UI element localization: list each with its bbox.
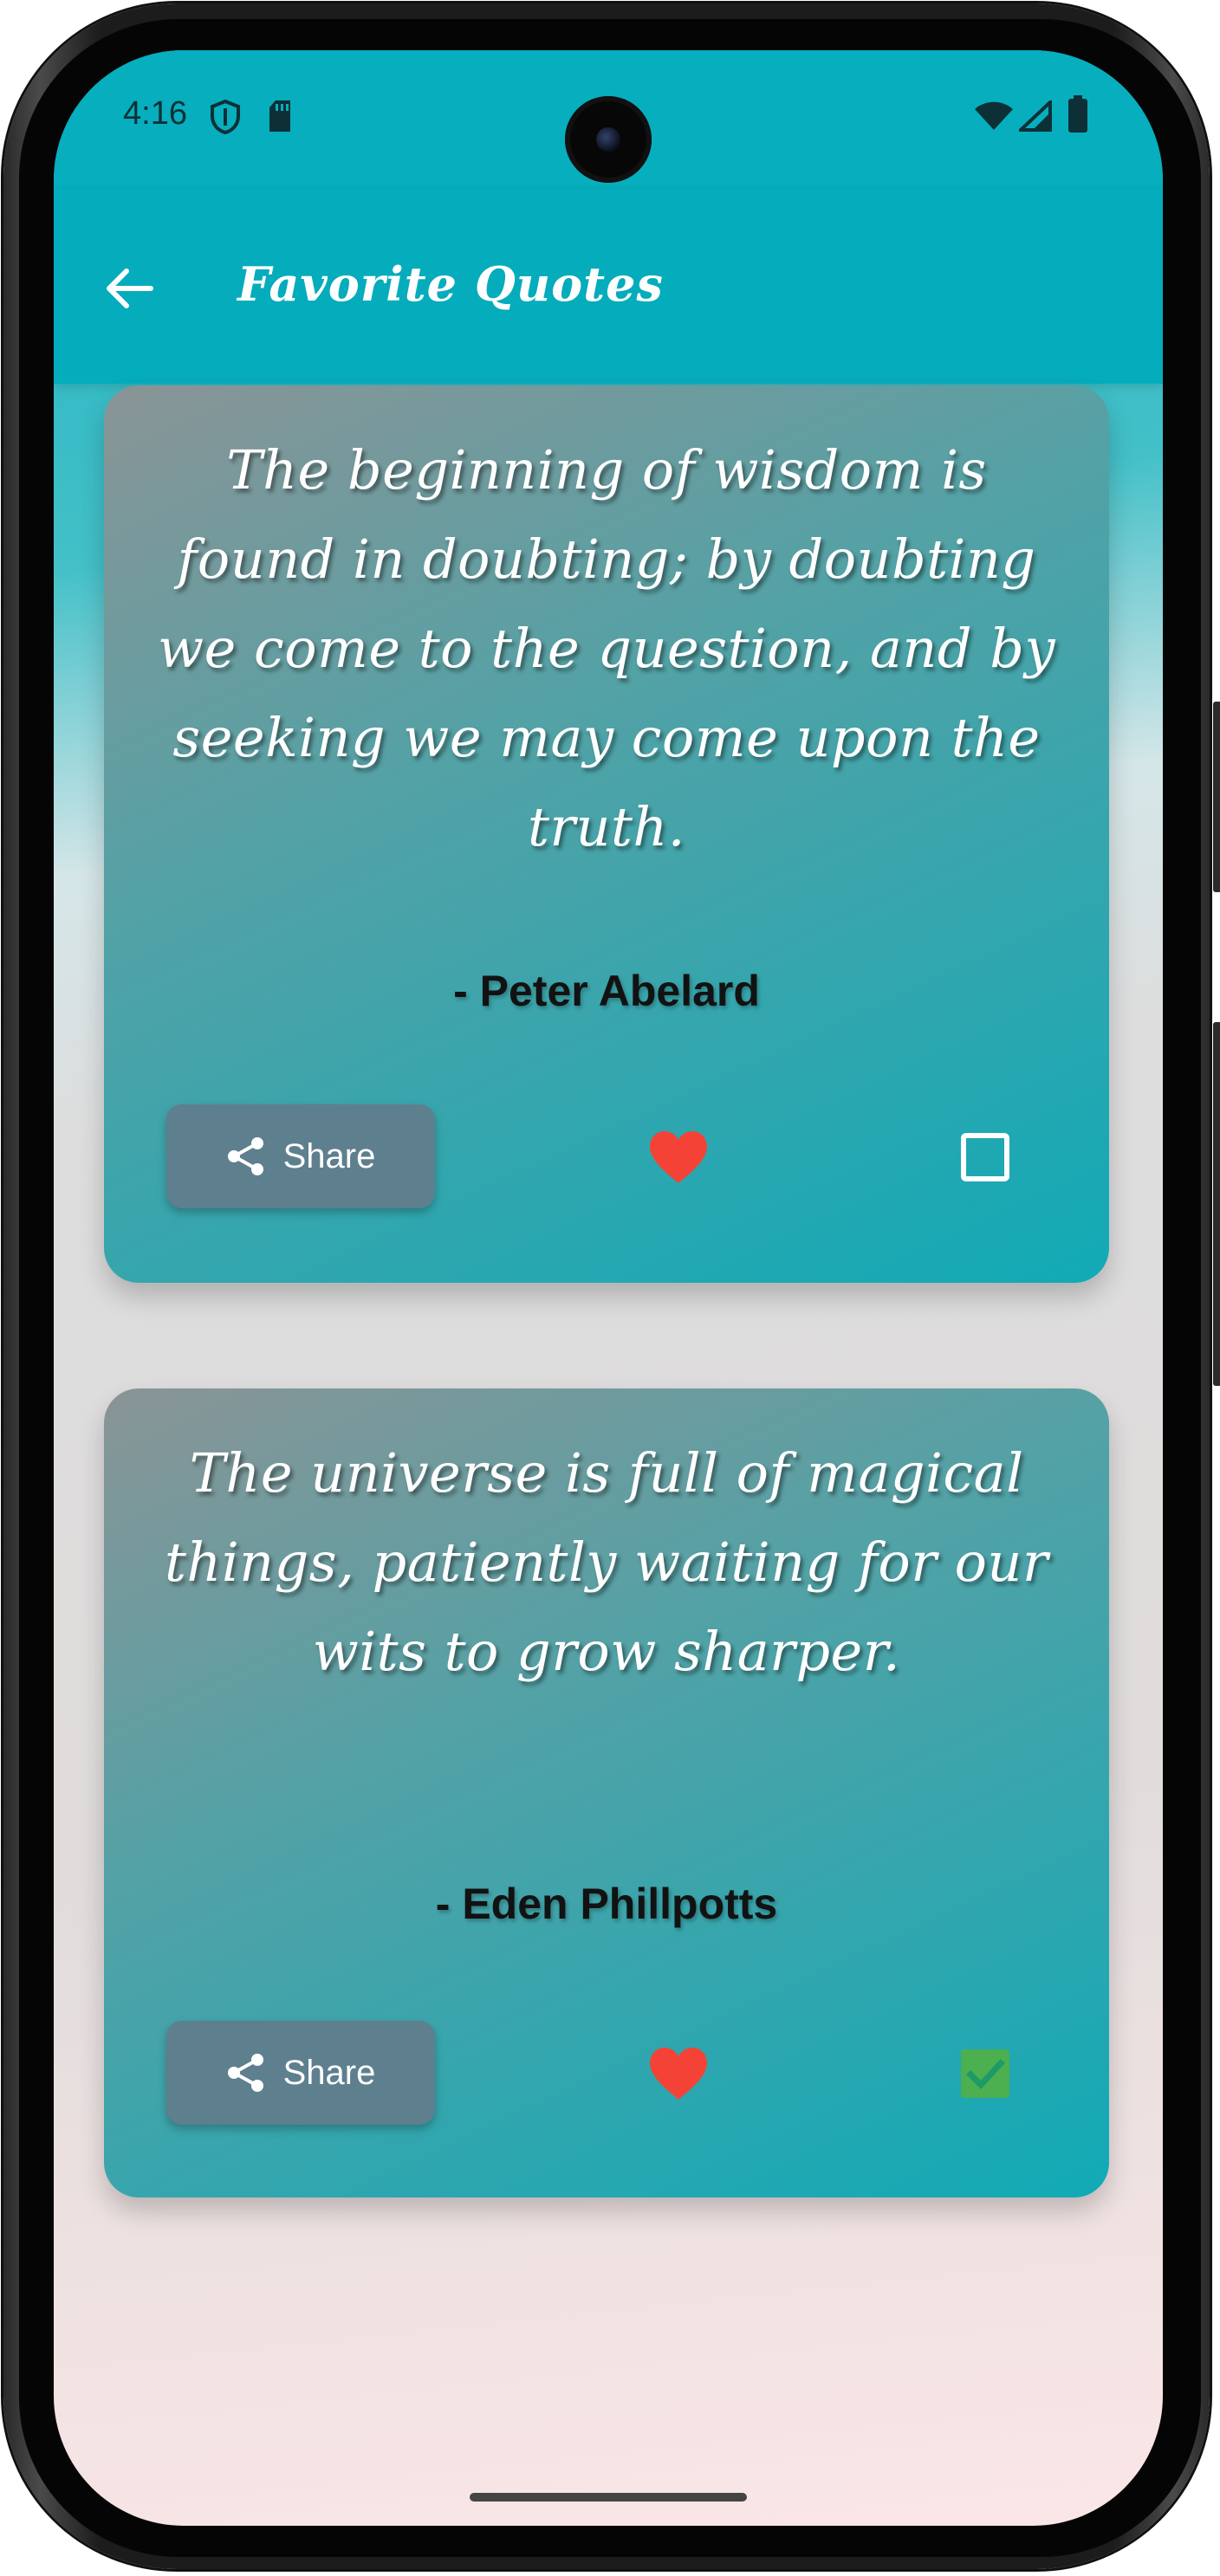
heart-icon[interactable] bbox=[648, 1129, 709, 1185]
phone-device: 4:16 Favorite Quotes The beginning of wi… bbox=[0, 0, 1220, 2576]
quote-author: - Peter Abelard bbox=[453, 967, 760, 1015]
power-button bbox=[1213, 702, 1220, 892]
shield-icon bbox=[211, 100, 240, 134]
status-time: 4:16 bbox=[123, 95, 187, 132]
signal-icon bbox=[1019, 100, 1052, 132]
share-icon bbox=[227, 2054, 263, 2092]
share-button-label: Share bbox=[282, 2053, 376, 2092]
volume-button bbox=[1213, 1022, 1220, 1386]
share-icon bbox=[227, 1137, 263, 1175]
quote-card: The universe is full of magical things, … bbox=[104, 1388, 1109, 2197]
share-button[interactable]: Share bbox=[166, 2021, 435, 2125]
quote-text: The universe is full of magical things, … bbox=[165, 1441, 1048, 1683]
sd-card-icon bbox=[269, 100, 290, 132]
page-title: Favorite Quotes bbox=[237, 256, 664, 312]
quote-author: - Eden Phillpotts bbox=[435, 1880, 778, 1928]
home-indicator[interactable] bbox=[470, 2493, 747, 2502]
wifi-icon bbox=[975, 101, 1013, 130]
checkbox-checked[interactable] bbox=[960, 2049, 1010, 2099]
battery-icon bbox=[1068, 95, 1087, 133]
screen: 4:16 Favorite Quotes The beginning of wi… bbox=[54, 50, 1163, 2526]
quote-card: The beginning of wisdom is found in doub… bbox=[104, 385, 1109, 1283]
share-button[interactable]: Share bbox=[166, 1104, 435, 1208]
heart-icon[interactable] bbox=[648, 2046, 709, 2101]
front-camera bbox=[565, 96, 652, 183]
arrow-left-icon[interactable] bbox=[99, 258, 159, 319]
checkbox-unchecked[interactable] bbox=[960, 1132, 1010, 1182]
share-button-label: Share bbox=[282, 1136, 376, 1175]
quote-text: The beginning of wisdom is found in doub… bbox=[158, 438, 1055, 858]
